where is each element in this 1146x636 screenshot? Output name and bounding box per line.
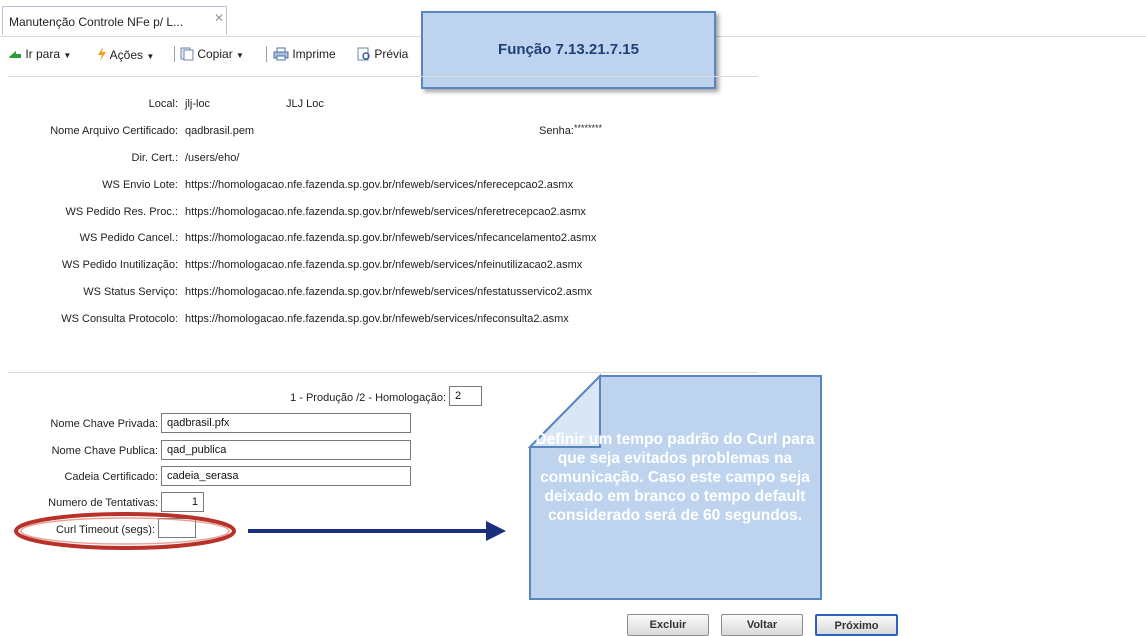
proximo-button[interactable]: Próximo [815,614,898,636]
arrow-head-icon [486,521,506,541]
annotation-overlay [14,373,822,600]
voltar-button[interactable]: Voltar [721,614,803,636]
highlight-ring [14,512,236,550]
callout-description: Definir um tempo padrão do Curl para que… [535,431,815,524]
excluir-button[interactable]: Excluir [627,614,709,636]
